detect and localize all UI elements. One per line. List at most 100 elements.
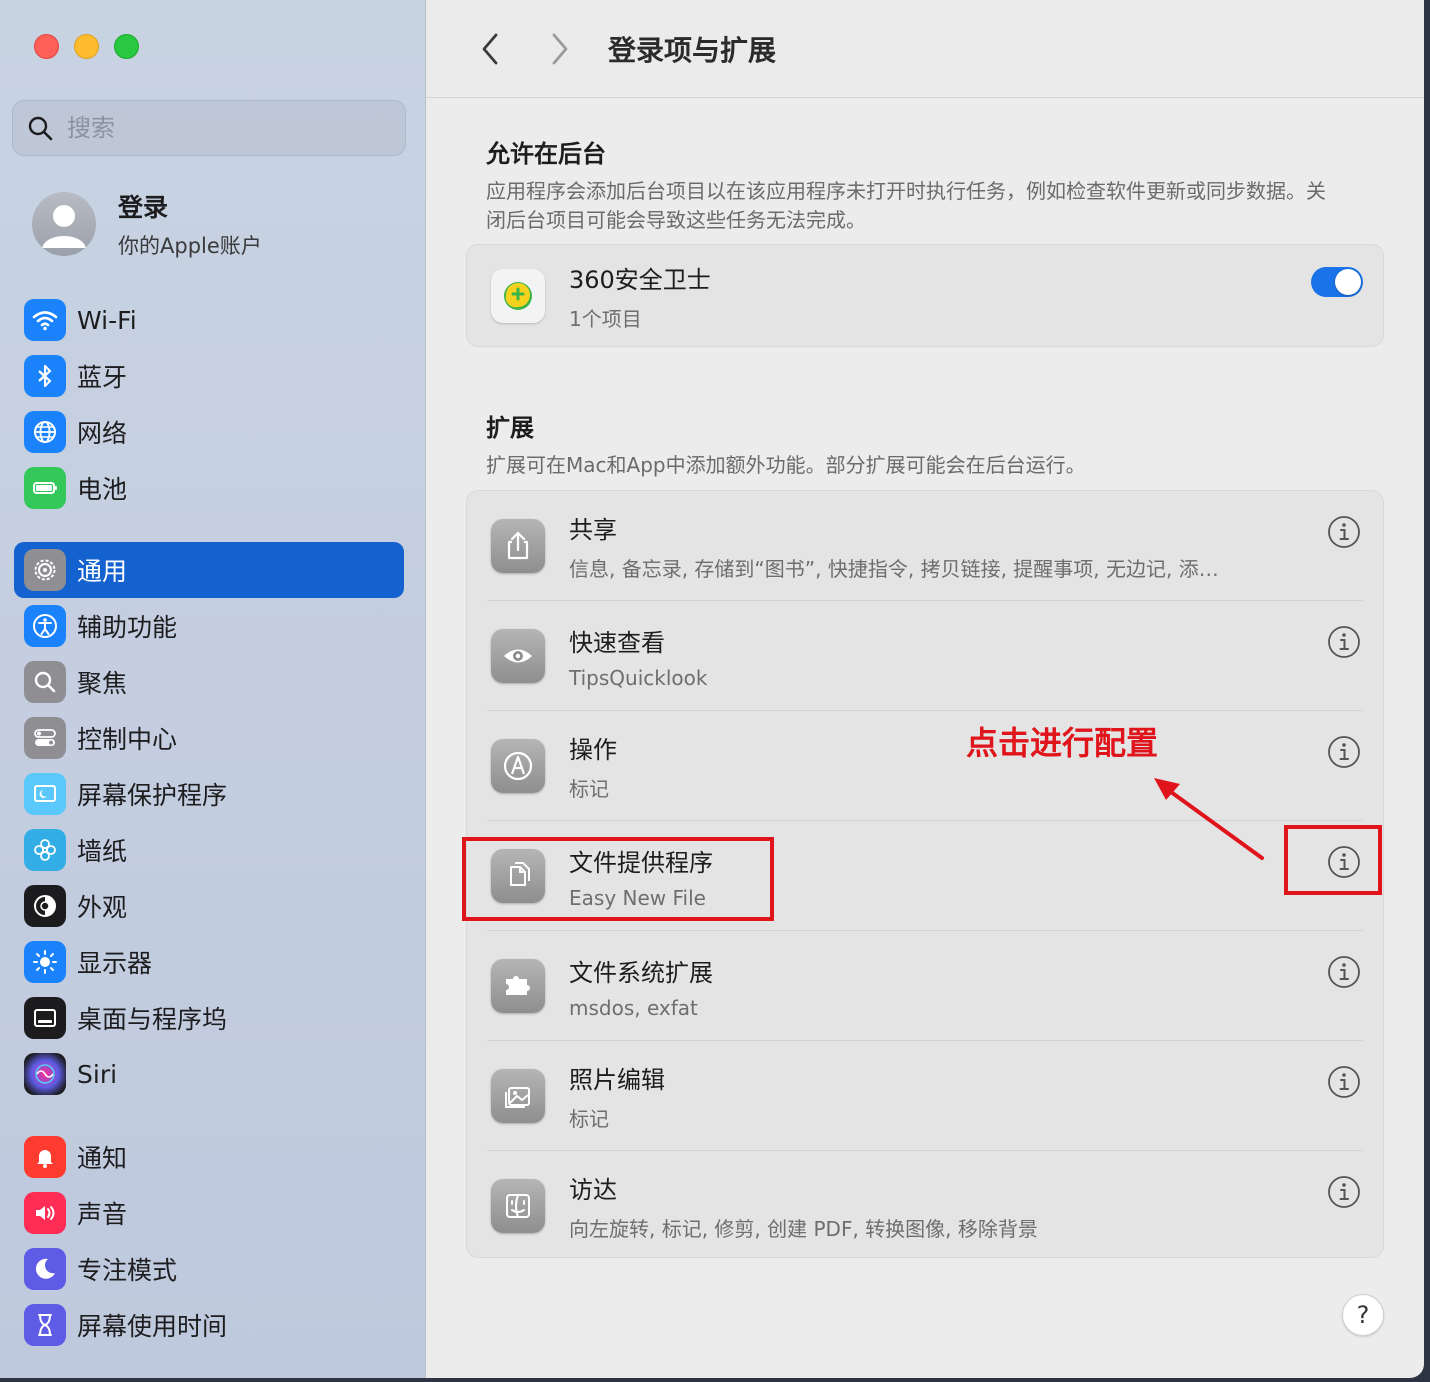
account-subtitle: 你的Apple账户 [118, 234, 262, 258]
background-item-row: 360安全卫士 1个项目 [467, 245, 1383, 346]
account-title: 登录 [118, 193, 169, 222]
dock-icon [24, 997, 66, 1039]
eye-icon [491, 629, 545, 683]
info-icon [1328, 956, 1360, 988]
sidebar-item-accessibility[interactable]: 辅助功能 [14, 598, 404, 654]
appearance-icon [24, 885, 66, 927]
sidebar-item-label: 屏幕使用时间 [77, 1312, 228, 1341]
sidebar-item-sound[interactable]: 声音 [14, 1185, 404, 1241]
sidebar: 登录 你的Apple账户 Wi-Fi 蓝牙 网络 [0, 0, 426, 1378]
row-subtitle: 1个项目 [569, 306, 642, 331]
sidebar-item-label: 墙纸 [77, 837, 128, 866]
annotation-arrow [1154, 778, 1264, 860]
sidebar-item-label: 控制中心 [77, 725, 178, 754]
sidebar-item-displays[interactable]: 显示器 [14, 934, 404, 990]
sidebar-item-label: 通知 [77, 1144, 128, 1173]
background-section-header: 允许在后台 应用程序会添加后台项目以在该应用程序未打开时执行任务，例如检查软件更… [486, 134, 1336, 235]
info-icon [1328, 626, 1360, 658]
account-login[interactable]: 登录 你的Apple账户 [32, 188, 262, 260]
page-title: 登录项与扩展 [608, 33, 777, 67]
wallpaper-icon [24, 829, 66, 871]
extension-row-finder[interactable]: 访达 向左旋转, 标记, 修剪, 创建 PDF, 转换图像, 移除背景 [467, 1151, 1383, 1261]
extension-row-quicklook[interactable]: 快速查看 TipsQuicklook [467, 601, 1383, 711]
row-title: 共享 [569, 516, 617, 544]
sidebar-group-system: 通用 辅助功能 聚焦 控制中心 屏幕保护程序 墙纸 外观 显示器 桌面与程序坞 … [14, 542, 404, 1102]
sidebar-item-label: 桌面与程序坞 [77, 1005, 228, 1034]
forward-button[interactable] [540, 29, 580, 69]
help-button[interactable]: ? [1342, 1294, 1384, 1336]
row-title: 操作 [569, 736, 617, 764]
sidebar-item-desktop-dock[interactable]: 桌面与程序坞 [14, 990, 404, 1046]
sidebar-item-screensaver[interactable]: 屏幕保护程序 [14, 766, 404, 822]
sidebar-item-label: 网络 [77, 419, 128, 448]
info-icon [1328, 1066, 1360, 1098]
section-description: 扩展可在Mac和App中添加额外功能。部分扩展可能会在后台运行。 [486, 453, 1086, 477]
info-icon [1328, 736, 1360, 768]
info-icon [1328, 1176, 1360, 1208]
control-center-icon [24, 717, 66, 759]
system-settings-window: 登录 你的Apple账户 Wi-Fi 蓝牙 网络 [0, 0, 1424, 1378]
row-subtitle: 标记 [569, 777, 609, 801]
sidebar-item-network[interactable]: 网络 [14, 404, 404, 460]
section-title: 允许在后台 [486, 140, 606, 168]
screen-time-icon [24, 1304, 66, 1346]
search-field[interactable] [12, 100, 406, 156]
sidebar-item-appearance[interactable]: 外观 [14, 878, 404, 934]
annotation-highlight-file-provider [462, 837, 774, 921]
info-button[interactable] [1327, 955, 1361, 989]
sidebar-item-battery[interactable]: 电池 [14, 460, 404, 516]
sidebar-item-bluetooth[interactable]: 蓝牙 [14, 348, 404, 404]
info-button[interactable] [1327, 1065, 1361, 1099]
siri-icon [24, 1053, 66, 1095]
sidebar-item-notifications[interactable]: 通知 [14, 1129, 404, 1185]
sidebar-item-wallpaper[interactable]: 墙纸 [14, 822, 404, 878]
finder-icon [491, 1179, 545, 1233]
background-items-card: 360安全卫士 1个项目 [466, 244, 1384, 347]
background-item-toggle[interactable] [1311, 267, 1363, 297]
battery-icon [24, 467, 66, 509]
toolbar: 登录项与扩展 [426, 0, 1424, 98]
sidebar-item-wifi[interactable]: Wi-Fi [14, 292, 404, 348]
main-content: 登录项与扩展 允许在后台 应用程序会添加后台项目以在该应用程序未打开时执行任务，… [426, 0, 1424, 1378]
zoom-button[interactable] [114, 34, 139, 59]
chevron-right-icon [552, 33, 568, 64]
sidebar-item-spotlight[interactable]: 聚焦 [14, 654, 404, 710]
search-input[interactable] [67, 114, 367, 142]
row-subtitle: msdos, exfat [569, 995, 698, 1020]
back-button[interactable] [470, 29, 510, 69]
sidebar-item-siri[interactable]: Siri [14, 1046, 404, 1102]
gear-icon [24, 549, 66, 591]
share-icon [491, 519, 545, 573]
sound-icon [24, 1192, 66, 1234]
info-button[interactable] [1327, 735, 1361, 769]
row-subtitle: TipsQuicklook [569, 665, 708, 690]
row-title: 照片编辑 [569, 1066, 665, 1094]
spotlight-icon [24, 661, 66, 703]
info-button[interactable] [1327, 1175, 1361, 1209]
row-title: 360安全卫士 [569, 265, 711, 294]
extension-row-share[interactable]: 共享 信息, 备忘录, 存储到“图书”, 快捷指令, 拷贝链接, 提醒事项, 无… [467, 491, 1383, 601]
sidebar-item-screen-time[interactable]: 屏幕使用时间 [14, 1297, 404, 1353]
avatar [32, 192, 96, 256]
wifi-icon [24, 299, 66, 341]
close-button[interactable] [34, 34, 59, 59]
puzzle-icon [491, 959, 545, 1013]
extensions-section-header: 扩展 扩展可在Mac和App中添加额外功能。部分扩展可能会在后台运行。 [486, 408, 1336, 480]
sidebar-item-focus[interactable]: 专注模式 [14, 1241, 404, 1297]
extension-row-file-system[interactable]: 文件系统扩展 msdos, exfat [467, 931, 1383, 1041]
markup-icon [491, 739, 545, 793]
sidebar-group-notifications: 通知 声音 专注模式 屏幕使用时间 [14, 1129, 404, 1353]
annotation-highlight-info-button [1284, 825, 1382, 895]
sidebar-item-label: 显示器 [77, 949, 153, 978]
sidebar-item-control-center[interactable]: 控制中心 [14, 710, 404, 766]
focus-icon [24, 1248, 66, 1290]
info-icon [1328, 516, 1360, 548]
sidebar-item-label: 蓝牙 [77, 363, 128, 392]
minimize-button[interactable] [74, 34, 99, 59]
sidebar-item-label: Wi-Fi [77, 305, 137, 335]
app-360-icon [491, 268, 545, 323]
info-button[interactable] [1327, 515, 1361, 549]
info-button[interactable] [1327, 625, 1361, 659]
sidebar-item-general[interactable]: 通用 [14, 542, 404, 598]
extension-row-photo-editing[interactable]: 照片编辑 标记 [467, 1041, 1383, 1151]
